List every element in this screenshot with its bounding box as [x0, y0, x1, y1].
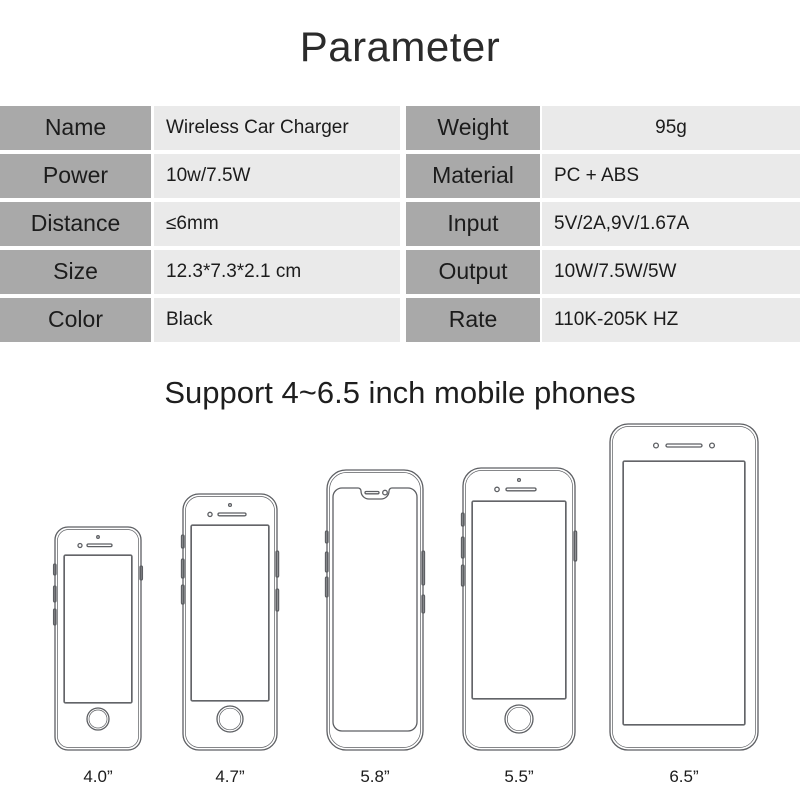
spec-value-size: 12.3*7.3*2.1 cm: [154, 250, 400, 294]
table-row: Power 10w/7.5W Material PC + ABS: [0, 154, 800, 198]
spec-pair-power: Power 10w/7.5W: [0, 154, 400, 198]
spec-label-power: Power: [0, 154, 151, 198]
spec-label-distance: Distance: [0, 202, 151, 246]
spec-table: Name Wireless Car Charger Weight 95g Pow…: [0, 106, 800, 346]
spec-label-material: Material: [406, 154, 540, 198]
spec-value-input: 5V/2A,9V/1.67A: [542, 202, 800, 246]
spec-value-output: 10W/7.5W/5W: [542, 250, 800, 294]
phone-caption-6-5: 6.5”: [669, 767, 699, 786]
phone-slot-5-5: 5.5”: [444, 440, 594, 795]
phone-slot-4-7: 4.7”: [160, 465, 300, 795]
phone-slot-6-5: 6.5”: [596, 423, 772, 795]
phone-caption-5-5: 5.5”: [504, 767, 534, 786]
table-row: Distance ≤6mm Input 5V/2A,9V/1.67A: [0, 202, 800, 246]
spec-pair-output: Output 10W/7.5W/5W: [400, 250, 800, 294]
spec-label-weight: Weight: [406, 106, 540, 150]
spec-pair-distance: Distance ≤6mm: [0, 202, 400, 246]
page-title: Parameter: [299, 23, 501, 70]
spec-value-weight: 95g: [542, 106, 800, 150]
spec-value-rate: 110K-205K HZ: [542, 298, 800, 342]
spec-pair-rate: Rate 110K-205K HZ: [400, 298, 800, 342]
spec-pair-material: Material PC + ABS: [400, 154, 800, 198]
spec-label-output: Output: [406, 250, 540, 294]
spec-pair-name: Name Wireless Car Charger: [0, 106, 400, 150]
phone-slot-4-0: 4.0”: [28, 495, 168, 795]
phablet-outline-icon: [604, 423, 764, 751]
spec-pair-size: Size 12.3*7.3*2.1 cm: [0, 250, 400, 294]
spec-value-name: Wireless Car Charger: [154, 106, 400, 150]
phone-outline-icon: [451, 467, 587, 751]
phone-outline-icon: [171, 493, 289, 751]
support-heading: Support 4~6.5 inch mobile phones: [164, 375, 636, 410]
spec-value-distance: ≤6mm: [154, 202, 400, 246]
spec-pair-weight: Weight 95g: [400, 106, 800, 150]
table-row: Name Wireless Car Charger Weight 95g: [0, 106, 800, 150]
table-row: Color Black Rate 110K-205K HZ: [0, 298, 800, 342]
phone-caption-4-7: 4.7”: [215, 767, 245, 786]
spec-label-input: Input: [406, 202, 540, 246]
spec-value-material: PC + ABS: [542, 154, 800, 198]
spec-label-rate: Rate: [406, 298, 540, 342]
spec-pair-input: Input 5V/2A,9V/1.67A: [400, 202, 800, 246]
spec-label-color: Color: [0, 298, 151, 342]
spec-value-color: Black: [154, 298, 400, 342]
phone-notch-outline-icon: [315, 469, 435, 751]
phone-outline-icon: [43, 526, 153, 751]
spec-pair-color: Color Black: [0, 298, 400, 342]
spec-value-power: 10w/7.5W: [154, 154, 400, 198]
phone-caption-5-8: 5.8”: [360, 767, 390, 786]
phone-slot-5-8: 5.8”: [300, 440, 450, 795]
phone-size-comparison: 4.0” 4.7” 5.8” 5.5” 6.5”: [0, 423, 800, 795]
phone-caption-4-0: 4.0”: [83, 767, 113, 786]
spec-label-size: Size: [0, 250, 151, 294]
table-row: Size 12.3*7.3*2.1 cm Output 10W/7.5W/5W: [0, 250, 800, 294]
spec-label-name: Name: [0, 106, 151, 150]
